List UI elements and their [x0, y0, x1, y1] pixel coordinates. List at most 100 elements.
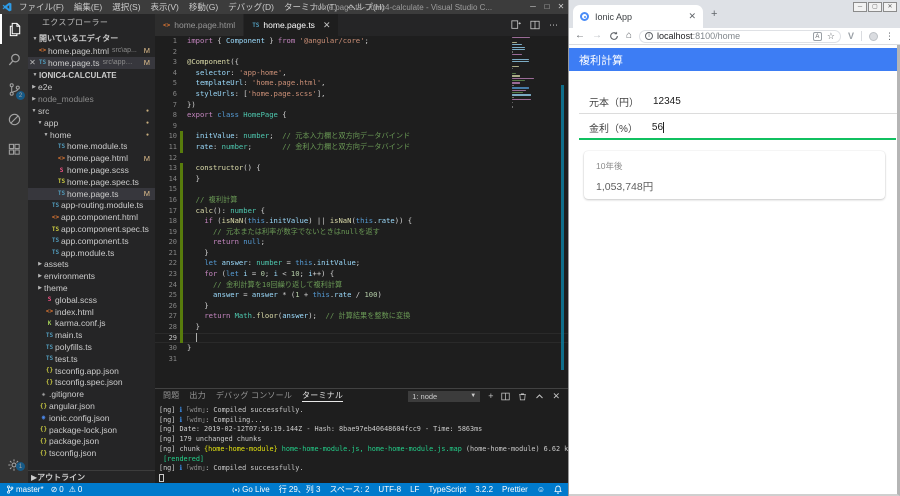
code-line[interactable]: 10 initValue: number; // 元本入力欄と双方向データバイン… [155, 131, 568, 142]
tree-item[interactable]: Shome.page.scss [28, 164, 155, 176]
kill-terminal-icon[interactable] [518, 392, 527, 401]
tree-item[interactable]: ◈.gitignore [28, 388, 155, 400]
code-line[interactable]: 13 constructor() { [155, 163, 568, 174]
restore-button[interactable]: ▢ [868, 2, 882, 12]
menu-item[interactable]: ファイル(F) [14, 1, 69, 13]
translate-icon[interactable]: A [813, 32, 822, 41]
browser-menu-icon[interactable]: ⋮ [885, 31, 894, 42]
code-line[interactable]: 23 for (let i = 0; i < 10; i++) { [155, 269, 568, 280]
minimap[interactable] [512, 37, 548, 111]
tree-item[interactable]: TShome.module.ts [28, 141, 155, 153]
project-header[interactable]: ▼ IONIC4-CALCULATE [28, 69, 155, 82]
tree-item[interactable]: TSmain.ts [28, 329, 155, 341]
code-line[interactable]: 31 [155, 354, 568, 365]
close-panel-icon[interactable]: ✕ [552, 392, 560, 401]
code-line[interactable]: 11 rate: number; // 金利入力欄と双方向データバインド [155, 142, 568, 153]
code-line[interactable]: 14 } [155, 174, 568, 185]
menu-item[interactable]: 編集(E) [69, 1, 107, 13]
tree-item[interactable]: {}angular.json [28, 400, 155, 412]
editor-tab[interactable]: <>home.page.html [155, 14, 244, 36]
address-bar[interactable]: i localhost:8100/home A ☆ [639, 30, 841, 43]
forward-icon[interactable]: → [592, 31, 602, 41]
status-item[interactable]: LF [410, 485, 419, 494]
page-info-icon[interactable]: i [645, 32, 653, 40]
status-item[interactable]: 行 29、列 3 [279, 484, 321, 495]
menu-item[interactable]: デバッグ(D) [223, 1, 279, 13]
terminal-output[interactable]: [ng] ℹ ｢wdm｣: Compiled successfully.[ng]… [155, 403, 568, 484]
tree-item[interactable]: {}tsconfig.app.json [28, 365, 155, 377]
open-editor-item[interactable]: <>home.page.htmlsrc\ap...M [28, 45, 155, 57]
code-line[interactable]: 26 } [155, 301, 568, 312]
tree-item[interactable]: {}tsconfig.spec.json [28, 377, 155, 389]
code-line[interactable]: 9 [155, 121, 568, 132]
status-item[interactable]: Prettier [502, 485, 528, 494]
profile-icon[interactable] [869, 32, 878, 41]
menu-item[interactable]: 表示(V) [146, 1, 184, 13]
more-actions-icon[interactable]: ⋯ [549, 20, 558, 31]
reload-icon[interactable] [609, 31, 619, 41]
code-line[interactable]: 17 calc(): number { [155, 206, 568, 217]
tab-close-icon[interactable]: ✕ [323, 20, 331, 31]
tree-item[interactable]: ▼home● [28, 129, 155, 141]
new-terminal-icon[interactable]: + [488, 392, 493, 401]
code-line[interactable]: 6 styleUrls: ['home.page.scss'], [155, 89, 568, 100]
open-editors-header[interactable]: ▼ 開いているエディター [28, 32, 155, 45]
status-item[interactable]: TypeScript [428, 485, 466, 494]
feedback-smiley-icon[interactable]: ☺ [537, 485, 545, 494]
panel-tab[interactable]: デバッグ コンソール [216, 390, 292, 402]
browser-tab[interactable]: Ionic App ✕ [573, 5, 703, 28]
tree-item[interactable]: TStest.ts [28, 353, 155, 365]
back-icon[interactable]: ← [575, 31, 585, 41]
code-line[interactable]: 29 [155, 333, 568, 344]
notifications-bell-icon[interactable] [554, 485, 562, 494]
explorer-icon[interactable] [0, 14, 28, 44]
principal-input[interactable]: 元本（円） 12345 [569, 88, 897, 114]
code-line[interactable]: 30} [155, 343, 568, 354]
menu-item[interactable]: 移動(G) [184, 1, 223, 13]
tree-item[interactable]: <>index.html [28, 306, 155, 318]
tree-item[interactable]: ▶e2e [28, 82, 155, 94]
code-line[interactable]: 2 [155, 47, 568, 58]
code-line[interactable]: 20 return null; [155, 237, 568, 248]
tree-item[interactable]: ▼src● [28, 105, 155, 117]
tree-item[interactable]: ▶node_modules [28, 93, 155, 105]
code-line[interactable]: 25 answer = answer * (1 + this.rate / 10… [155, 290, 568, 301]
close-button[interactable]: ✕ [883, 2, 897, 12]
panel-tab[interactable]: 問題 [163, 390, 179, 402]
new-tab-button[interactable]: + [711, 8, 717, 20]
code-line[interactable]: 3@Component({ [155, 57, 568, 68]
editor-tab[interactable]: TShome.page.ts✕ [244, 14, 339, 36]
search-icon[interactable] [0, 44, 28, 74]
open-editor-item[interactable]: ✕TShome.page.tssrc\app\...M [28, 57, 155, 69]
rate-input[interactable]: 金利（%） 56 [569, 114, 897, 140]
tree-item[interactable]: {}tsconfig.json [28, 447, 155, 459]
settings-gear-icon[interactable]: 1 [0, 455, 28, 475]
panel-tab[interactable]: 出力 [189, 390, 205, 402]
tree-item[interactable]: TSapp.component.ts [28, 235, 155, 247]
problems-status[interactable]: ⊘0 ⚠0 [51, 485, 83, 494]
maximize-panel-icon[interactable] [535, 392, 544, 401]
code-line[interactable]: 1import { Component } from '@angular/cor… [155, 36, 568, 47]
outline-section[interactable]: ▶ アウトライン [28, 470, 155, 483]
tree-item[interactable]: ▼app● [28, 117, 155, 129]
tree-item[interactable]: TSapp.component.spec.ts [28, 223, 155, 235]
tree-item[interactable]: TShome.page.spec.ts [28, 176, 155, 188]
status-item[interactable]: UTF-8 [378, 485, 401, 494]
code-editor[interactable]: 1import { Component } from '@angular/cor… [155, 36, 568, 388]
code-line[interactable]: 28 } [155, 322, 568, 333]
tree-item[interactable]: {}package-lock.json [28, 424, 155, 436]
code-line[interactable]: 27 return Math.floor(answer); // 計算結果を整数… [155, 311, 568, 322]
source-control-icon[interactable]: 2 [0, 74, 28, 104]
code-line[interactable]: 24 // 金利計算を10回繰り返して複利計算 [155, 280, 568, 291]
minimize-button[interactable]: ─ [526, 0, 540, 14]
tree-item[interactable]: ▶environments [28, 270, 155, 282]
tree-item[interactable]: TShome.page.tsM [28, 188, 155, 200]
extensions-icon[interactable] [0, 134, 28, 164]
code-line[interactable]: 19 // 元本または利率が数字でないときはnullを返す [155, 227, 568, 238]
debug-icon[interactable] [0, 104, 28, 134]
split-editor-icon[interactable] [530, 20, 540, 30]
menu-item[interactable]: 選択(S) [107, 1, 145, 13]
split-terminal-icon[interactable] [501, 392, 510, 401]
code-line[interactable]: 15 [155, 184, 568, 195]
code-line[interactable]: 7}) [155, 100, 568, 111]
